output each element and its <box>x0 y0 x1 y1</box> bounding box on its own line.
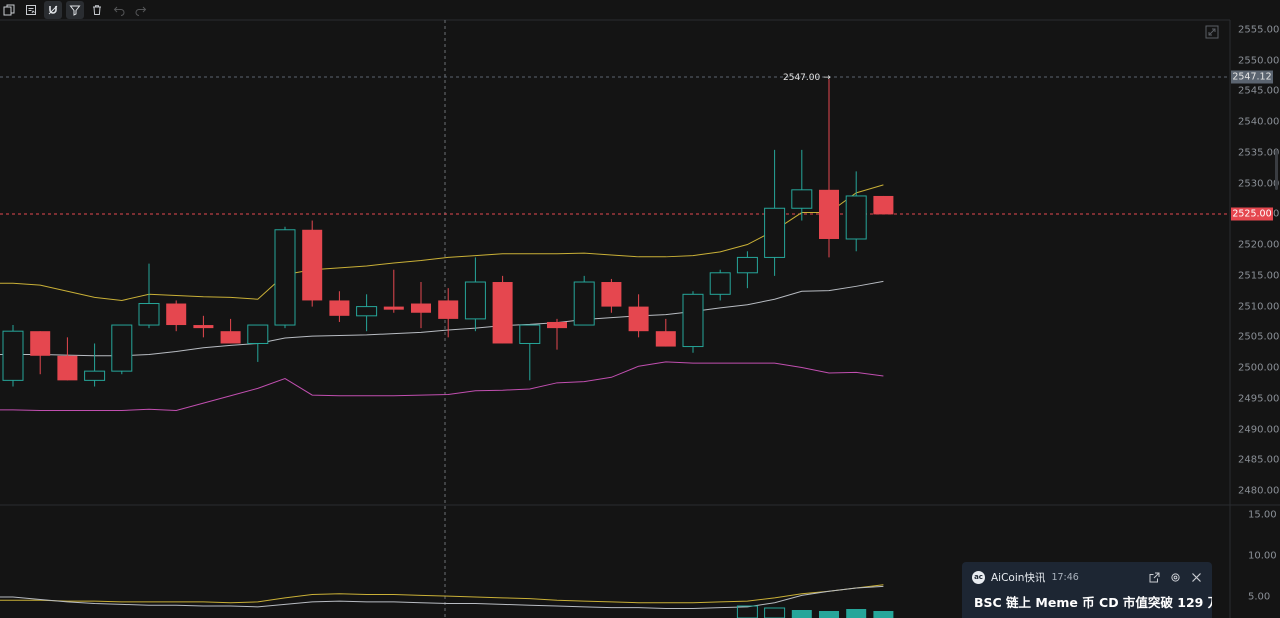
price-axis[interactable]: 2555.00 2550.00 2545.00 2540.00 2535.00 2530.… <box>1230 0 1280 618</box>
candle-up[interactable] <box>682 293 704 348</box>
candle-down[interactable] <box>492 282 513 344</box>
gear-icon[interactable] <box>1170 572 1181 583</box>
candle-down[interactable] <box>30 331 51 356</box>
volume-tick: 15.00 <box>1248 509 1277 521</box>
news-title: BSC 链上 Meme 币 CD 市值突破 129 万 <box>974 595 1212 610</box>
volume-tick: 5.00 <box>1248 591 1271 603</box>
candles <box>2 79 894 387</box>
price-tick: 2505.00 <box>1238 331 1280 343</box>
candle-down[interactable] <box>329 300 350 316</box>
lower-band-line <box>0 361 884 411</box>
candle-down[interactable] <box>220 331 241 344</box>
volume-bar <box>819 611 839 618</box>
news-popup[interactable]: ac AiCoin快讯 17:46 BSC 链上 Meme 币 CD 市值突破 … <box>962 562 1212 618</box>
candle-up[interactable] <box>2 330 24 381</box>
candle-down[interactable] <box>819 189 839 239</box>
high-price-label: 2547.00 → <box>783 73 831 83</box>
volume-bar <box>791 610 812 618</box>
candle-up[interactable] <box>519 324 541 344</box>
external-link-icon[interactable] <box>1149 572 1160 583</box>
price-tick: 2480.00 <box>1238 485 1280 497</box>
news-source: AiCoin快讯 <box>991 571 1046 584</box>
candle-up[interactable] <box>84 370 106 381</box>
candle-up[interactable] <box>791 189 813 209</box>
candle-up[interactable] <box>111 324 133 372</box>
price-tick: 2540.00 <box>1238 116 1280 128</box>
candle-down[interactable] <box>547 321 567 329</box>
volume-ma-line-2 <box>0 585 884 609</box>
volume-bar <box>846 609 867 618</box>
candle-up[interactable] <box>736 256 758 274</box>
candle-down[interactable] <box>411 303 431 313</box>
price-tick: 2510.00 <box>1238 301 1280 313</box>
volume-tick: 10.00 <box>1248 550 1277 562</box>
volume-bar <box>736 605 758 618</box>
scrollbar[interactable] <box>1275 150 1278 190</box>
candle-down[interactable] <box>193 325 214 329</box>
news-header: ac AiCoin快讯 17:46 <box>962 562 1212 592</box>
candle-up[interactable] <box>138 303 160 326</box>
candle-up[interactable] <box>573 281 595 326</box>
candle-down[interactable] <box>383 306 404 310</box>
close-icon[interactable] <box>1191 572 1202 583</box>
news-time: 17:46 <box>1051 571 1079 583</box>
volume-ma-line-1 <box>0 584 884 604</box>
fullscreen-button[interactable] <box>1205 24 1219 39</box>
price-tick: 2520.00 <box>1238 239 1280 251</box>
volume-bar <box>873 611 894 618</box>
candle-down[interactable] <box>57 355 78 381</box>
candle-up[interactable] <box>274 229 296 326</box>
price-tick: 2530.00 <box>1238 178 1280 190</box>
price-tick: 2515.00 <box>1238 270 1280 282</box>
current-price-tag: 2525.00 <box>1231 207 1273 221</box>
price-tick: 2500.00 <box>1238 362 1280 374</box>
price-tick: 2495.00 <box>1238 393 1280 405</box>
price-tick: 2490.00 <box>1238 424 1280 436</box>
price-tick: 2555.00 <box>1238 24 1280 36</box>
price-tick: 2485.00 <box>1238 454 1280 466</box>
price-tick: 2550.00 <box>1238 55 1280 67</box>
candle-up[interactable] <box>764 207 786 258</box>
upper-band-line <box>0 184 884 301</box>
volume-pane <box>0 584 894 618</box>
kline-chart[interactable] <box>0 0 1280 618</box>
candle-down[interactable] <box>166 303 187 326</box>
candle-up[interactable] <box>356 306 378 317</box>
price-tick: 2545.00 <box>1238 85 1280 97</box>
aicoin-logo-icon: ac <box>972 570 985 584</box>
price-tick: 2535.00 <box>1238 147 1280 159</box>
volume-bar <box>764 607 786 618</box>
high-price-tag: 2547.12 <box>1231 70 1273 84</box>
boll-bands <box>0 184 884 411</box>
expand-icon <box>1205 25 1219 39</box>
candle-down[interactable] <box>655 331 676 347</box>
candle-down[interactable] <box>302 229 323 301</box>
candle-up[interactable] <box>464 281 486 320</box>
candle-down[interactable] <box>873 195 894 215</box>
candle-up[interactable] <box>709 272 731 295</box>
candle-up[interactable] <box>845 195 867 240</box>
candle-down[interactable] <box>438 300 459 319</box>
candle-up[interactable] <box>247 324 269 344</box>
candle-down[interactable] <box>628 306 649 332</box>
candle-down[interactable] <box>601 282 622 307</box>
